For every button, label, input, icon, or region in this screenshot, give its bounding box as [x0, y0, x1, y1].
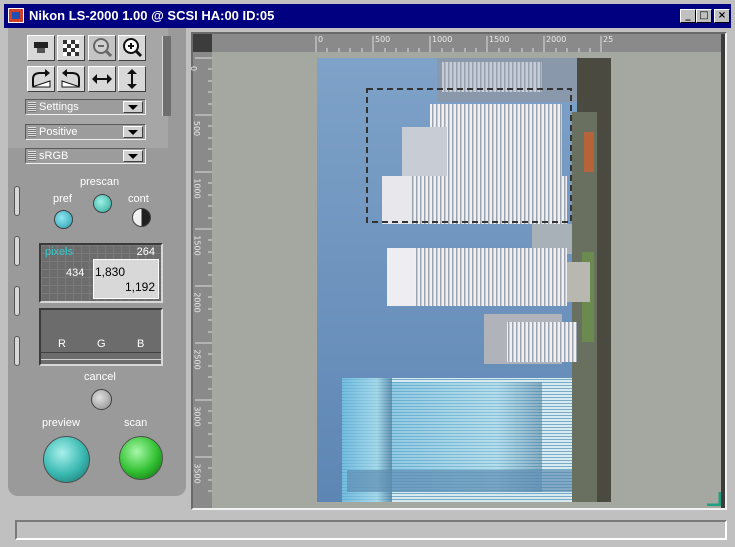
side-tab[interactable]	[14, 236, 20, 266]
app-icon[interactable]	[8, 8, 24, 23]
ruler-v-label: 500	[192, 120, 202, 137]
channel-r-label: R	[58, 338, 66, 350]
settings-value: Settings	[39, 101, 79, 113]
zoom-out-icon[interactable]	[88, 35, 116, 61]
cancel-button[interactable]	[91, 389, 112, 410]
crop-height-value: 1,192	[124, 280, 155, 294]
flip-vertical-icon[interactable]	[118, 66, 146, 92]
minimize-button[interactable]: _	[680, 9, 696, 23]
scanned-image[interactable]	[212, 52, 721, 508]
crop-pattern-icon[interactable]	[57, 35, 85, 61]
ruler-v-label: 1500	[192, 235, 202, 256]
scanner-icon[interactable]	[27, 35, 55, 61]
ruler-v-label: 2000	[192, 292, 202, 313]
chevron-down-icon[interactable]	[123, 126, 143, 138]
window-title: Nikon LS-2000 1.00 @ SCSI HA:00 ID:05	[29, 8, 275, 23]
preview-viewer: 0 500 1000 1500 2000 25 0 500 1000 1500 …	[189, 32, 727, 510]
preview-canvas[interactable]	[212, 52, 721, 508]
crop-left-value: 434	[66, 267, 85, 279]
side-tab[interactable]	[14, 286, 20, 316]
pref-button[interactable]	[54, 210, 73, 229]
crop-width-value: 1,830	[95, 265, 126, 279]
title-bar[interactable]: Nikon LS-2000 1.00 @ SCSI HA:00 ID:05 _ …	[4, 4, 731, 28]
ruler-h-label: 25	[603, 35, 614, 44]
status-bar	[15, 520, 727, 540]
ruler-h-label: 2000	[546, 35, 567, 44]
ruler-h-label: 500	[375, 35, 391, 44]
scanner-window: Nikon LS-2000 1.00 @ SCSI HA:00 ID:05 _ …	[0, 0, 735, 547]
crop-info-panel: pixels 264 434 1,830 1,192	[39, 243, 163, 303]
ruler-h-label: 1000	[432, 35, 453, 44]
panel-rail	[162, 36, 171, 116]
vertical-ruler: 0 500 1000 1500 2000 2500 3000 3500	[189, 52, 212, 508]
prescan-label: prescan	[80, 176, 120, 188]
close-button[interactable]: ×	[714, 9, 730, 23]
side-tab[interactable]	[14, 336, 20, 366]
rotate-right-icon[interactable]	[27, 66, 55, 92]
unit-label: pixels	[45, 246, 74, 258]
cont-label: cont	[128, 193, 149, 205]
ruler-h-label: 0	[318, 35, 324, 44]
flip-horizontal-icon[interactable]	[88, 66, 116, 92]
channel-g-label: G	[97, 338, 106, 350]
ruler-h-label: 1500	[489, 35, 510, 44]
chevron-down-icon[interactable]	[123, 101, 143, 113]
grip-icon	[28, 102, 36, 112]
ruler-v-label: 0	[189, 65, 199, 72]
film-type-value: Positive	[39, 126, 78, 138]
resize-corner-icon[interactable]	[707, 492, 721, 506]
side-tab[interactable]	[14, 186, 20, 216]
ruler-v-label: 3500	[192, 463, 202, 484]
preview-button[interactable]	[43, 436, 90, 483]
zoom-in-icon[interactable]	[118, 35, 146, 61]
pref-label: pref	[53, 193, 72, 205]
contrast-icon[interactable]	[132, 208, 151, 227]
crop-top-value: 264	[136, 246, 155, 258]
scan-label: scan	[124, 417, 148, 429]
film-type-dropdown[interactable]: Positive	[25, 124, 146, 140]
settings-dropdown[interactable]: Settings	[25, 99, 146, 115]
grip-icon	[28, 151, 36, 161]
scan-button[interactable]	[119, 436, 163, 480]
histogram-bar	[41, 352, 161, 360]
chevron-down-icon[interactable]	[123, 150, 143, 162]
ruler-v-label: 3000	[192, 406, 202, 427]
prescan-button[interactable]	[93, 194, 112, 213]
cancel-label: cancel	[84, 371, 116, 383]
preview-label: preview	[42, 417, 80, 429]
color-space-value: sRGB	[39, 150, 69, 162]
ruler-v-label: 2500	[192, 349, 202, 370]
rotate-left-icon[interactable]	[57, 66, 85, 92]
grip-icon	[28, 127, 36, 137]
color-space-dropdown[interactable]: sRGB	[25, 148, 146, 164]
ruler-v-label: 1000	[192, 178, 202, 199]
horizontal-ruler: 0 500 1000 1500 2000 25	[212, 34, 721, 52]
histogram-panel: R G B	[39, 308, 163, 366]
channel-b-label: B	[137, 338, 145, 350]
maximize-button[interactable]: □	[696, 9, 712, 23]
